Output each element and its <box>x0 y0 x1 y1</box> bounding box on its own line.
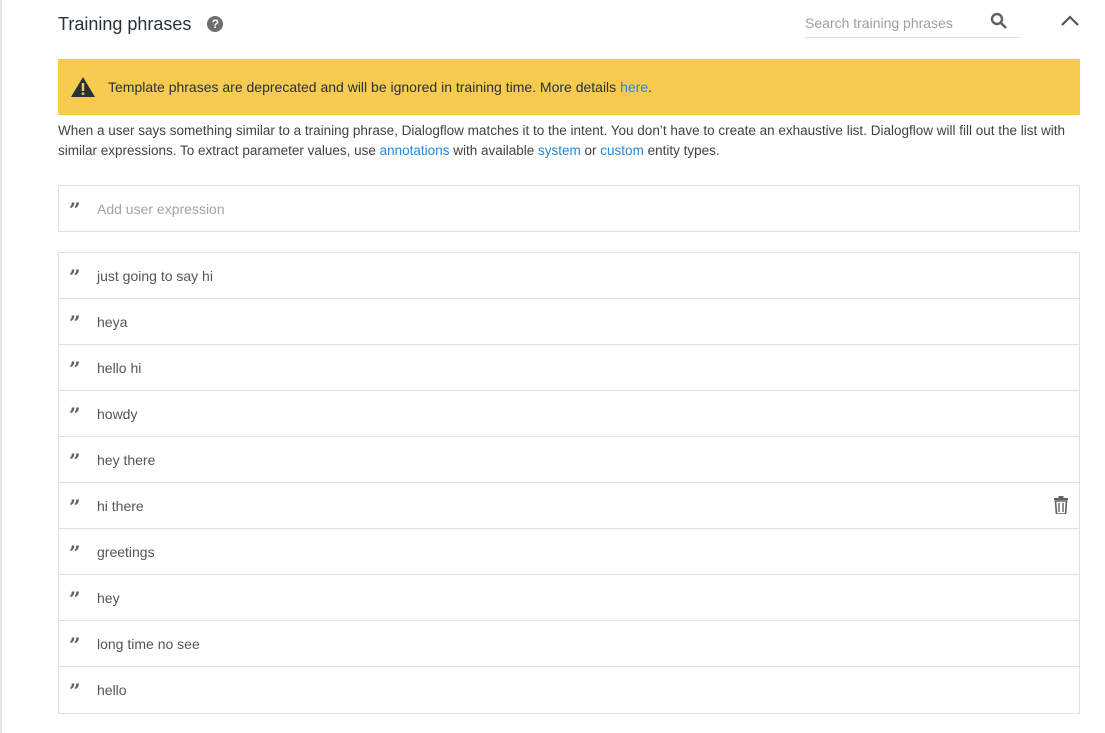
deprecation-banner: Template phrases are deprecated and will… <box>58 59 1080 115</box>
quote-icon: ” <box>69 638 83 650</box>
add-expression-input[interactable] <box>97 201 1079 217</box>
phrase-text[interactable]: hey there <box>97 452 155 468</box>
phrase-row[interactable]: ” long time no see <box>59 621 1079 667</box>
annotations-link[interactable]: annotations <box>380 143 450 158</box>
quote-icon: ” <box>69 270 83 282</box>
banner-here-link[interactable]: here <box>620 79 648 95</box>
quote-icon: ” <box>69 408 83 420</box>
quote-icon: ” <box>69 684 83 696</box>
quote-icon: ” <box>69 316 83 328</box>
phrase-row[interactable]: ” hey there <box>59 437 1079 483</box>
phrase-row[interactable]: ” hey <box>59 575 1079 621</box>
trash-icon[interactable] <box>1053 496 1069 514</box>
phrase-text[interactable]: hey <box>97 590 120 606</box>
phrase-text[interactable]: greetings <box>97 544 155 560</box>
search-input[interactable] <box>805 15 985 31</box>
phrase-list: ” just going to say hi ” heya ” hello hi ” howd… <box>58 252 1080 714</box>
help-icon[interactable]: ? <box>207 16 223 32</box>
quote-icon: ” <box>69 454 83 466</box>
quote-icon: ” <box>69 203 83 215</box>
quote-icon: ” <box>69 546 83 558</box>
phrase-text[interactable]: howdy <box>97 406 137 422</box>
warning-icon <box>70 76 96 98</box>
quote-icon: ” <box>69 500 83 512</box>
section-header: Training phrases ? <box>58 12 223 36</box>
search-icon[interactable] <box>990 12 1008 30</box>
quote-icon: ” <box>69 362 83 374</box>
phrase-row[interactable]: ” greetings <box>59 529 1079 575</box>
custom-link[interactable]: custom <box>600 143 644 158</box>
search-box <box>805 8 1020 38</box>
phrase-row[interactable]: ” heya <box>59 299 1079 345</box>
phrase-row[interactable]: ” howdy <box>59 391 1079 437</box>
section-title: Training phrases <box>58 14 191 35</box>
collapse-chevron-icon[interactable] <box>1060 14 1080 28</box>
phrase-row[interactable]: ” just going to say hi <box>59 253 1079 299</box>
add-expression-row: ” <box>58 185 1080 232</box>
system-link[interactable]: system <box>538 143 581 158</box>
banner-text: Template phrases are deprecated and will… <box>108 79 652 95</box>
phrase-text[interactable]: hi there <box>97 498 144 514</box>
quote-icon: ” <box>69 592 83 604</box>
phrase-row[interactable]: ” hi there <box>59 483 1079 529</box>
phrase-text[interactable]: hello <box>97 682 127 698</box>
phrase-text[interactable]: just going to say hi <box>97 268 213 284</box>
description: When a user says something similar to a … <box>58 121 1083 161</box>
phrase-row[interactable]: ” hello <box>59 667 1079 713</box>
phrase-text[interactable]: heya <box>97 314 127 330</box>
phrase-text[interactable]: long time no see <box>97 636 200 652</box>
phrase-text[interactable]: hello hi <box>97 360 141 376</box>
phrase-row[interactable]: ” hello hi <box>59 345 1079 391</box>
